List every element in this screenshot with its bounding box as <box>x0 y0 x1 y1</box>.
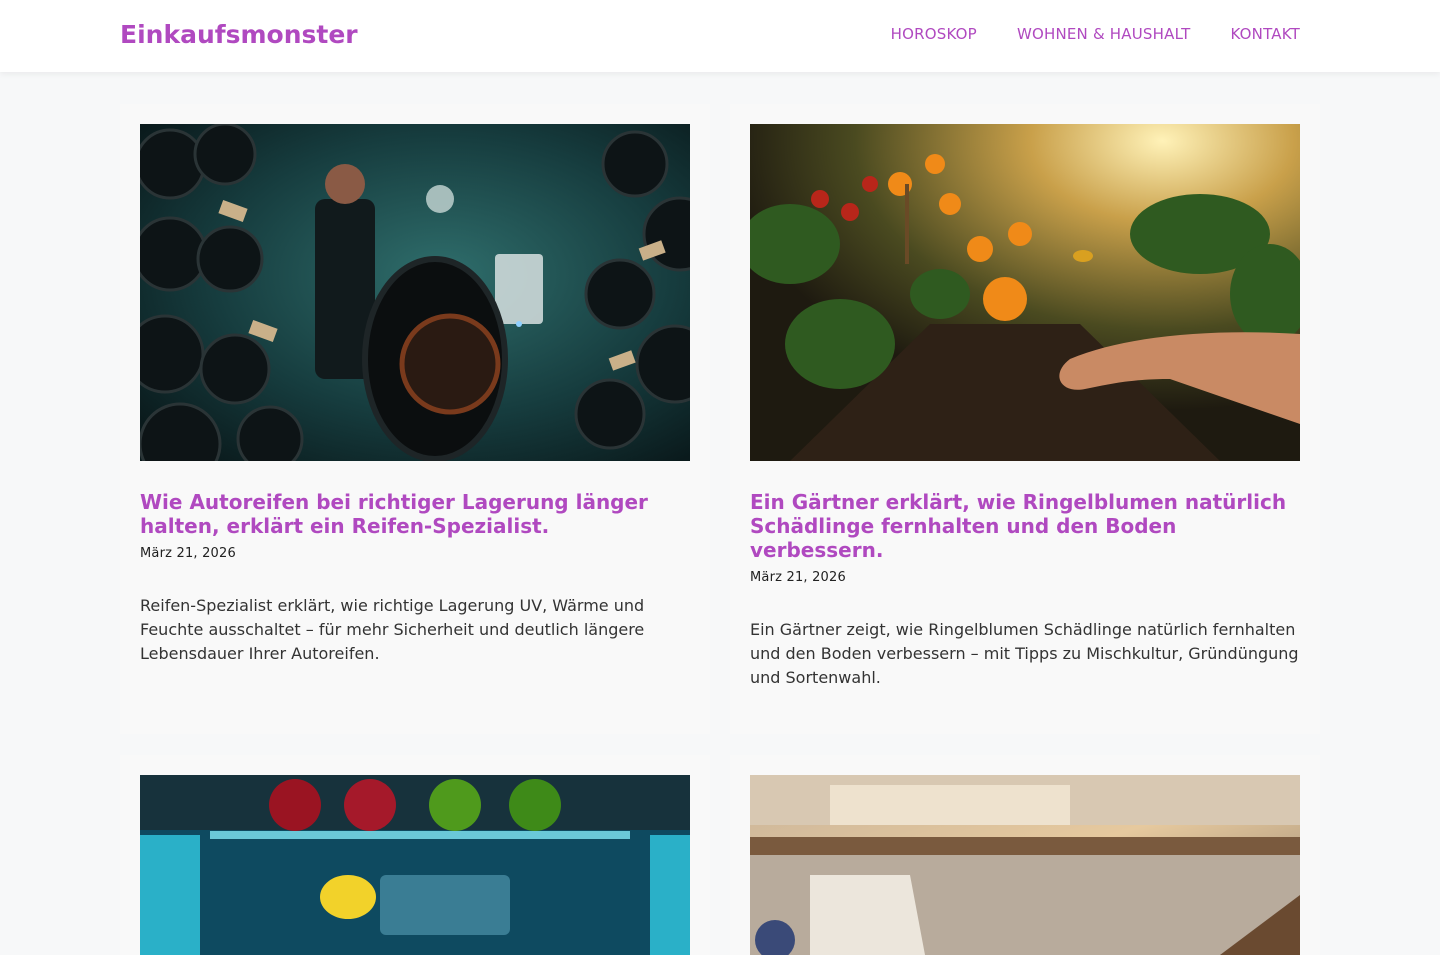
nav-item-kontakt[interactable]: KONTAKT <box>1230 25 1300 43</box>
post-card <box>730 755 1320 955</box>
site-logo-link[interactable]: Einkaufsmonster <box>120 20 358 49</box>
post-thumbnail-tire-storage[interactable] <box>140 124 690 461</box>
tire-workshop-image <box>140 124 690 461</box>
post-thumbnail-marigolds[interactable] <box>750 124 1300 461</box>
post-thumbnail-fridge-fruit[interactable] <box>140 775 690 955</box>
fridge-fruit-image <box>140 775 690 955</box>
nav-item-wohnen-haushalt[interactable]: WOHNEN & HAUSHALT <box>1017 25 1191 43</box>
post-card: Wie Autoreifen bei richtiger Lagerung lä… <box>120 104 710 734</box>
post-excerpt: Ein Gärtner zeigt, wie Ringelblumen Schä… <box>750 620 1299 687</box>
post-title-link[interactable]: Ein Gärtner erklärt, wie Ringelblumen na… <box>750 490 1300 562</box>
main-navigation: HOROSKOP WOHNEN & HAUSHALT KONTAKT <box>891 25 1300 43</box>
post-title-link[interactable]: Wie Autoreifen bei richtiger Lagerung lä… <box>140 490 690 538</box>
post-card <box>120 755 710 955</box>
post-date: März 21, 2026 <box>750 570 846 585</box>
nav-item-horoskop[interactable]: HOROSKOP <box>891 25 977 43</box>
garden-marigold-image <box>750 124 1300 461</box>
kitchen-light-image <box>750 775 1300 955</box>
post-date: März 21, 2026 <box>140 546 236 561</box>
post-card: Ein Gärtner erklärt, wie Ringelblumen na… <box>730 104 1320 734</box>
site-header: Einkaufsmonster HOROSKOP WOHNEN & HAUSHA… <box>0 0 1440 72</box>
post-thumbnail-kitchen[interactable] <box>750 775 1300 955</box>
post-excerpt: Reifen-Spezialist erklärt, wie richtige … <box>140 596 645 663</box>
